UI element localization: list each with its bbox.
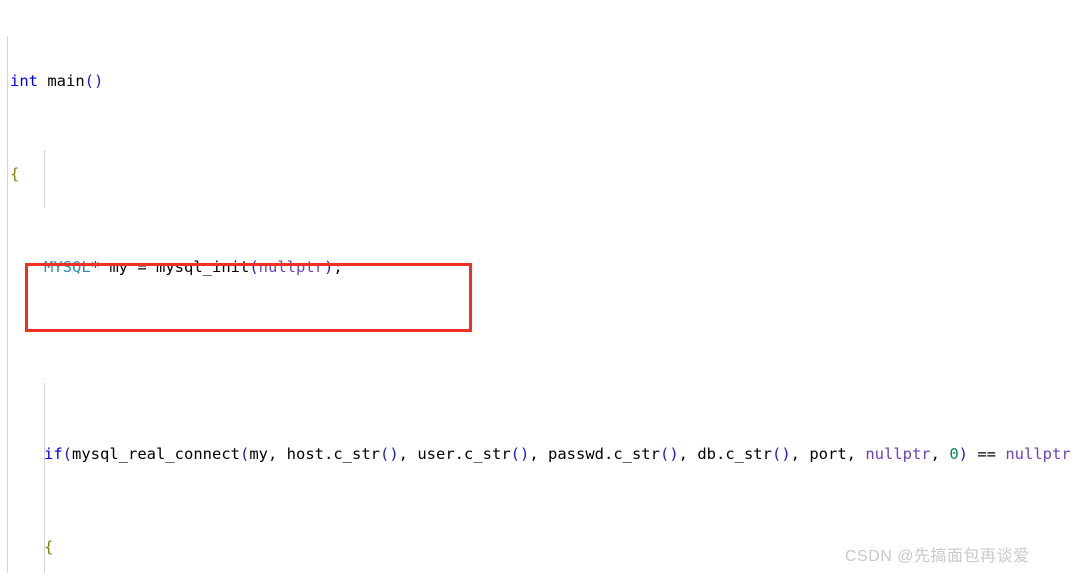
code-line-4-blank — [0, 349, 1073, 372]
csdn-watermark: CSDN @先搞面包再谈爱 — [845, 548, 1030, 565]
code-editor-viewport[interactable]: int main() { MYSQL* my = mysql_init(null… — [0, 0, 1073, 573]
code-line-2[interactable]: { — [0, 163, 1073, 186]
source-code-block[interactable]: int main() { MYSQL* my = mysql_init(null… — [0, 0, 1073, 573]
type-mysql: MYSQL — [44, 258, 91, 277]
code-line-3[interactable]: MYSQL* my = mysql_init(nullptr); — [0, 256, 1073, 279]
brace-open-main: { — [10, 165, 20, 184]
literal-nullptr-tail: nullptr — [1005, 444, 1071, 463]
code-line-1[interactable]: int main() — [0, 70, 1073, 93]
literal-nullptr: nullptr — [258, 258, 324, 277]
brace-open-if: { — [44, 537, 54, 556]
code-line-5[interactable]: if(mysql_real_connect(my, host.c_str(), … — [0, 443, 1073, 466]
keyword-int: int — [10, 71, 38, 90]
keyword-if: if — [44, 444, 63, 463]
